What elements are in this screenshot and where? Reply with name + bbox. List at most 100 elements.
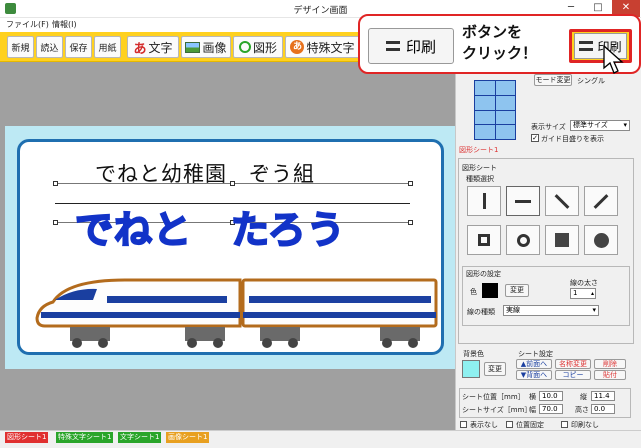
special-text-button[interactable]: あ特殊文字 [285, 36, 360, 58]
sheet-position-label: シート位置［mm］ [462, 393, 525, 401]
layout-preview[interactable] [474, 80, 516, 140]
rectangle-tool[interactable] [467, 225, 501, 255]
diagonal-up-icon [593, 193, 609, 209]
sheet-settings-label: シート設定 [518, 350, 553, 358]
printer-icon [579, 41, 594, 51]
single-label: シングル [577, 77, 605, 85]
train-image[interactable] [35, 278, 445, 350]
display-size-select[interactable]: 標準サイズ ▾ [570, 120, 630, 131]
special-text-label: 特殊文字 [306, 40, 355, 55]
filled-rectangle-icon [555, 233, 569, 247]
open-button[interactable]: 読込 [36, 36, 63, 58]
bg-color-change-button[interactable]: 変更 [484, 362, 506, 376]
filled-rectangle-tool[interactable] [545, 225, 579, 255]
image-button[interactable]: 画像 [181, 36, 231, 58]
no-print-label: 印刷なし [571, 421, 599, 429]
bg-color-label: 背景色 [463, 350, 484, 358]
vertical-line-icon [482, 193, 486, 209]
lock-position-checkbox[interactable] [506, 421, 513, 428]
circle-icon [238, 41, 251, 53]
menu-info[interactable]: 情報(I) [52, 19, 77, 30]
filled-circle-icon [593, 232, 609, 248]
shape-button[interactable]: 図形 [233, 36, 283, 58]
shape-settings-label: 図形の設定 [466, 270, 501, 278]
circle-outline-icon [516, 233, 530, 247]
callout-print-button-image: 印刷 [368, 28, 454, 64]
guide-label: ガイド目盛りを表示 [541, 135, 604, 143]
vertical-line-tool[interactable] [467, 186, 501, 216]
paper-button[interactable]: 用紙 [94, 36, 121, 58]
class-name-text[interactable]: でねと幼稚園 ぞう組 [95, 158, 315, 188]
sheet-size-label: シートサイズ［mm］ [462, 406, 532, 414]
special-text-icon: あ [290, 40, 305, 54]
y-input[interactable]: 11.4 [591, 391, 615, 401]
line-type-select[interactable]: 実線 ▾ [503, 305, 599, 316]
display-size-value: 標準サイズ [573, 121, 608, 129]
save-button[interactable]: 保存 [65, 36, 92, 58]
line-width-label: 線の太さ [570, 279, 598, 287]
height-input[interactable]: 0.0 [591, 404, 615, 414]
stepper-icon: ▴ [590, 290, 594, 297]
diagonal-up-line-tool[interactable] [584, 186, 618, 216]
line-type-value: 実線 [506, 306, 520, 314]
filled-ellipse-tool[interactable] [584, 225, 618, 255]
send-back-button[interactable]: ▼背面へ [516, 370, 552, 380]
image-icon [185, 41, 201, 53]
lock-position-label: 位置固定 [516, 421, 544, 429]
width-label: 幅 [529, 406, 536, 414]
x-input[interactable]: 10.0 [539, 391, 563, 401]
text-a-icon: あ [133, 41, 147, 57]
tab-image-sheet[interactable]: 画像シート1 [166, 432, 210, 443]
line-width-value: 1 [573, 289, 578, 297]
delete-button[interactable]: 削除 [594, 359, 626, 369]
guide-checkbox[interactable]: ✓ [531, 134, 539, 142]
toolbar: 新規 読込 保存 用紙 あ文字 画像 図形 あ特殊文字 [0, 32, 362, 62]
paper-label: 用紙 [98, 43, 117, 54]
text-button[interactable]: あ文字 [127, 36, 179, 58]
color-change-button[interactable]: 変更 [505, 284, 529, 297]
horizontal-line-icon [515, 199, 531, 203]
callout-text-line1: ボタンを [462, 23, 523, 41]
child-name-text[interactable]: でねと たろう [74, 199, 346, 254]
tab-shape-sheet[interactable]: 図形シート1 [5, 432, 49, 443]
bring-front-button[interactable]: ▲前面へ [516, 359, 552, 369]
callout-text-line2: クリック！ [462, 44, 538, 62]
shape-label: 図形 [252, 40, 277, 55]
hide-checkbox[interactable] [460, 421, 467, 428]
hide-label: 表示なし [470, 421, 498, 429]
tab-special-text-sheet[interactable]: 特殊文字シート1 [56, 432, 114, 443]
horizontal-line-tool[interactable] [506, 186, 540, 216]
menu-file[interactable]: ファイル(F) [6, 19, 49, 30]
copy-button[interactable]: コピー [555, 370, 591, 380]
bg-color-swatch[interactable] [462, 360, 480, 378]
rectangle-outline-icon [478, 234, 490, 246]
callout-print-label: 印刷 [405, 37, 436, 56]
resize-handle[interactable] [53, 181, 58, 186]
save-label: 保存 [69, 43, 88, 54]
line-type-label: 線の種類 [467, 308, 495, 316]
resize-handle[interactable] [53, 220, 58, 225]
width-input[interactable]: 70.0 [539, 404, 563, 414]
resize-handle[interactable] [408, 181, 413, 186]
tab-text-sheet[interactable]: 文字シート1 [118, 432, 162, 443]
type-select-label: 種類選択 [466, 175, 494, 183]
chevron-down-icon: ▾ [623, 121, 627, 129]
shape-sheet-group-label: 図形シート [462, 164, 497, 172]
mouse-cursor-icon [603, 44, 624, 74]
line-width-input[interactable]: 1 ▴ [570, 288, 596, 299]
image-label: 画像 [202, 40, 227, 55]
diagonal-down-line-tool[interactable] [545, 186, 579, 216]
paste-button[interactable]: 貼付 [594, 370, 626, 380]
rename-button[interactable]: 名称変更 [555, 359, 591, 369]
resize-handle[interactable] [408, 220, 413, 225]
height-label: 高さ [575, 406, 589, 414]
color-label: 色 [470, 288, 477, 296]
new-button[interactable]: 新規 [7, 36, 34, 58]
ellipse-tool[interactable] [506, 225, 540, 255]
no-print-checkbox[interactable] [561, 421, 568, 428]
color-swatch[interactable] [482, 283, 498, 298]
diagonal-down-icon [554, 193, 570, 209]
mode-change-button[interactable]: モード変更 [534, 74, 572, 86]
callout-text: ボタンを クリック！ [462, 22, 537, 64]
new-label: 新規 [11, 43, 30, 54]
